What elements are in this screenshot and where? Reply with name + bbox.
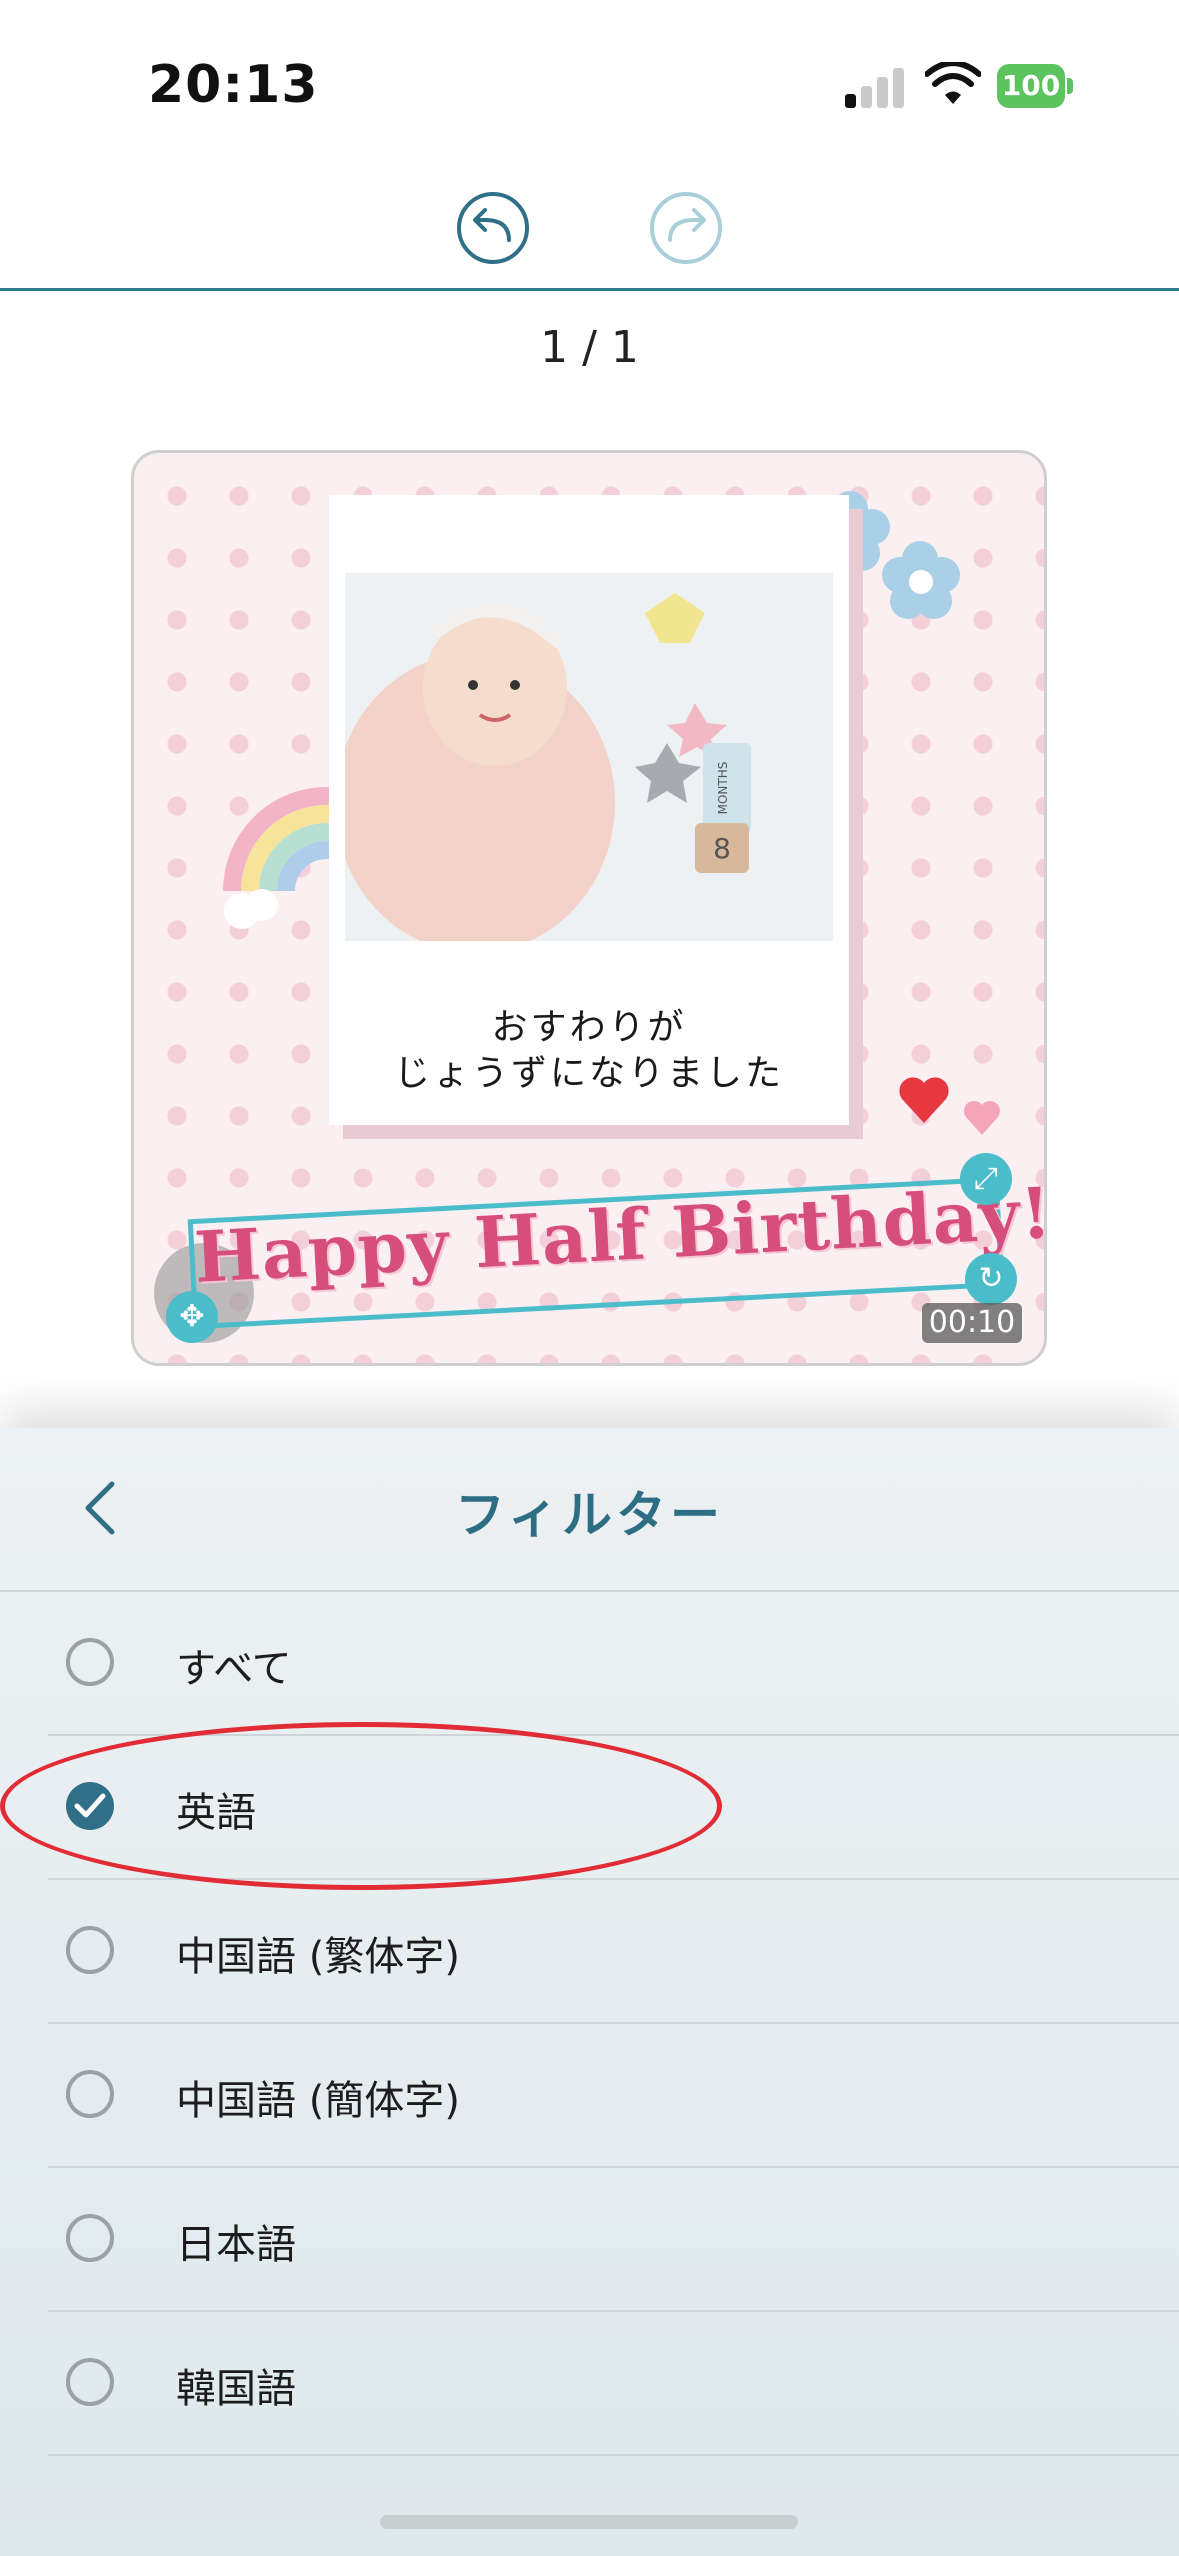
photo-frame: 8 MONTHS おすわりが じょうずになりました	[329, 495, 849, 1125]
photo-caption[interactable]: おすわりが じょうずになりました	[329, 1005, 849, 1097]
filter-option-korean[interactable]: 韓国語	[0, 2312, 1179, 2456]
duration-badge: 00:10	[922, 1303, 1022, 1343]
toolbar-divider	[0, 288, 1179, 291]
radio-icon[interactable]	[66, 2358, 114, 2406]
hearts-decoration-icon	[899, 1077, 1000, 1135]
battery-icon: 100	[997, 64, 1073, 108]
redo-arrow-icon[interactable]	[648, 190, 724, 266]
status-time: 20:13	[148, 55, 319, 115]
block-text: MONTHS	[716, 762, 730, 815]
filter-sheet-title: フィルター	[455, 1486, 724, 1544]
caption-line-1: おすわりが	[491, 1007, 687, 1048]
filter-option-japanese[interactable]: 日本語	[0, 2168, 1179, 2312]
filter-option-label: 中国語 (繁体字)	[176, 1934, 460, 1980]
home-indicator[interactable]	[380, 2515, 798, 2529]
filter-option-chinese-traditional[interactable]: 中国語 (繁体字)	[0, 1880, 1179, 2024]
undo-arrow-icon[interactable]	[455, 190, 531, 266]
filter-option-all[interactable]: すべて	[0, 1592, 1179, 1736]
filter-option-label: 韓国語	[176, 2366, 296, 2412]
block-number: 8	[713, 832, 731, 865]
resize-handle-icon[interactable]: ⤢	[960, 1153, 1012, 1205]
radio-icon[interactable]	[66, 1926, 114, 1974]
caption-line-2: じょうずになりました	[393, 1053, 784, 1094]
battery-level: 100	[997, 64, 1065, 108]
wifi-icon	[925, 62, 981, 104]
baby-photo[interactable]: 8 MONTHS	[345, 573, 833, 941]
radio-icon[interactable]	[66, 1638, 114, 1686]
filter-option-label: 中国語 (簡体字)	[176, 2078, 460, 2124]
filter-option-chinese-simplified[interactable]: 中国語 (簡体字)	[0, 2024, 1179, 2168]
template-preview-card[interactable]: 8 MONTHS おすわりが じょうずになりました Happy Half Bir…	[131, 450, 1047, 1366]
page-counter: 1 / 1	[540, 322, 639, 373]
filter-option-label: 日本語	[176, 2222, 296, 2268]
radio-icon[interactable]	[66, 2070, 114, 2118]
cellular-signal-icon	[845, 66, 905, 108]
radio-icon[interactable]	[66, 2214, 114, 2262]
move-handle-icon[interactable]: ✥	[166, 1291, 218, 1343]
rotate-handle-icon[interactable]: ↻	[965, 1253, 1017, 1305]
filter-option-label: すべて	[176, 1646, 292, 1692]
photo-image: 8 MONTHS	[345, 573, 833, 941]
highlight-annotation-ellipse	[0, 1722, 722, 1890]
